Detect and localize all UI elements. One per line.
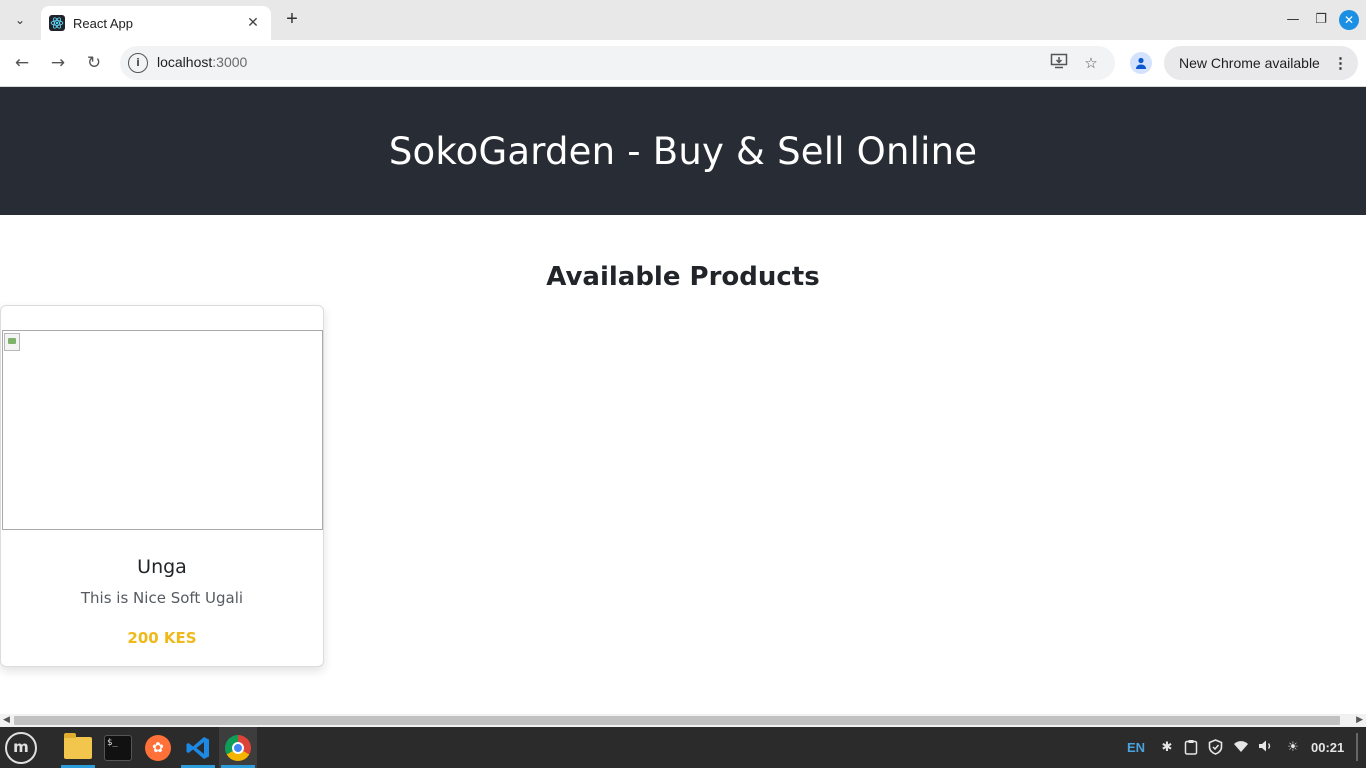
- product-card[interactable]: Unga This is Nice Soft Ugali 200 KES: [0, 305, 324, 667]
- files-icon: [64, 732, 92, 759]
- update-label: New Chrome available: [1179, 55, 1320, 71]
- scrollbar-thumb[interactable]: [14, 716, 1340, 725]
- tab-title: React App: [73, 15, 133, 31]
- shield-icon[interactable]: [1206, 739, 1224, 757]
- new-chrome-available-button[interactable]: New Chrome available ⋮: [1164, 46, 1358, 80]
- forward-arrow-icon[interactable]: →: [46, 51, 70, 75]
- install-app-icon[interactable]: [1048, 52, 1070, 74]
- window-close-button[interactable]: ✕: [1339, 10, 1359, 30]
- profile-icon[interactable]: [1130, 52, 1152, 74]
- taskbar-chrome[interactable]: [219, 727, 257, 768]
- keyboard-language[interactable]: EN: [1127, 727, 1145, 768]
- volume-icon[interactable]: [1257, 739, 1275, 757]
- section-title: Available Products: [546, 262, 820, 292]
- app-header: SokoGarden - Buy & Sell Online: [0, 87, 1366, 215]
- clipboard-icon[interactable]: [1182, 739, 1200, 757]
- react-favicon-icon: [49, 15, 65, 31]
- mint-menu-icon[interactable]: m: [5, 732, 37, 764]
- wifi-icon[interactable]: [1232, 739, 1250, 757]
- scroll-left-icon[interactable]: ◀: [3, 715, 10, 725]
- bluetooth-icon[interactable]: ✱: [1158, 739, 1176, 757]
- url-port: :3000: [212, 54, 248, 70]
- new-tab-button[interactable]: +: [281, 8, 303, 32]
- product-image: [2, 330, 323, 530]
- minimize-button[interactable]: —: [1284, 10, 1302, 30]
- taskbar-terminal[interactable]: $_: [99, 727, 137, 768]
- chrome-icon: [225, 734, 251, 761]
- brightness-icon[interactable]: ☀: [1284, 739, 1302, 757]
- taskbar: m $_ ✿ EN ✱ ☀ 00:21: [0, 727, 1366, 768]
- clock[interactable]: 00:21: [1311, 727, 1344, 768]
- site-title: SokoGarden - Buy & Sell Online: [388, 129, 978, 173]
- reload-icon[interactable]: ↻: [82, 51, 106, 75]
- address-bar[interactable]: i localhost:3000 ☆: [120, 46, 1115, 80]
- taskbar-files[interactable]: [59, 727, 97, 768]
- maximize-button[interactable]: ❐: [1312, 10, 1330, 30]
- url-text[interactable]: localhost:3000: [157, 54, 247, 70]
- show-desktop-separator[interactable]: [1356, 733, 1358, 761]
- product-description: This is Nice Soft Ugali: [80, 589, 244, 607]
- taskbar-vscode[interactable]: [179, 727, 217, 768]
- product-price: 200 KES: [127, 629, 197, 647]
- horizontal-scrollbar[interactable]: ◀ ▶: [0, 714, 1366, 727]
- url-host: localhost: [157, 54, 213, 70]
- tab-react-app[interactable]: React App ✕: [41, 6, 271, 40]
- site-info-icon[interactable]: i: [128, 53, 148, 73]
- more-vert-icon[interactable]: ⋮: [1333, 54, 1348, 72]
- back-arrow-icon[interactable]: ←: [10, 51, 34, 75]
- browser-toolbar: ← → ↻ i localhost:3000 ☆ New Chrome avai…: [0, 40, 1366, 87]
- chevron-down-icon: ⌄: [14, 13, 26, 27]
- taskbar-firefox[interactable]: ✿: [139, 727, 177, 768]
- plus-icon: +: [286, 8, 298, 30]
- product-name: Unga: [137, 556, 187, 578]
- close-icon[interactable]: ✕: [245, 15, 261, 31]
- bookmark-star-icon[interactable]: ☆: [1080, 52, 1102, 74]
- firefox-icon: ✿: [145, 734, 171, 761]
- scroll-right-icon[interactable]: ▶: [1356, 715, 1363, 725]
- browser-tab-bar: ⌄ React App ✕ + — ❐ ✕: [0, 0, 1366, 40]
- terminal-icon: $_: [104, 734, 132, 761]
- broken-image-icon: [4, 333, 20, 351]
- tab-search-button[interactable]: ⌄: [8, 8, 32, 32]
- vscode-icon: [186, 736, 209, 759]
